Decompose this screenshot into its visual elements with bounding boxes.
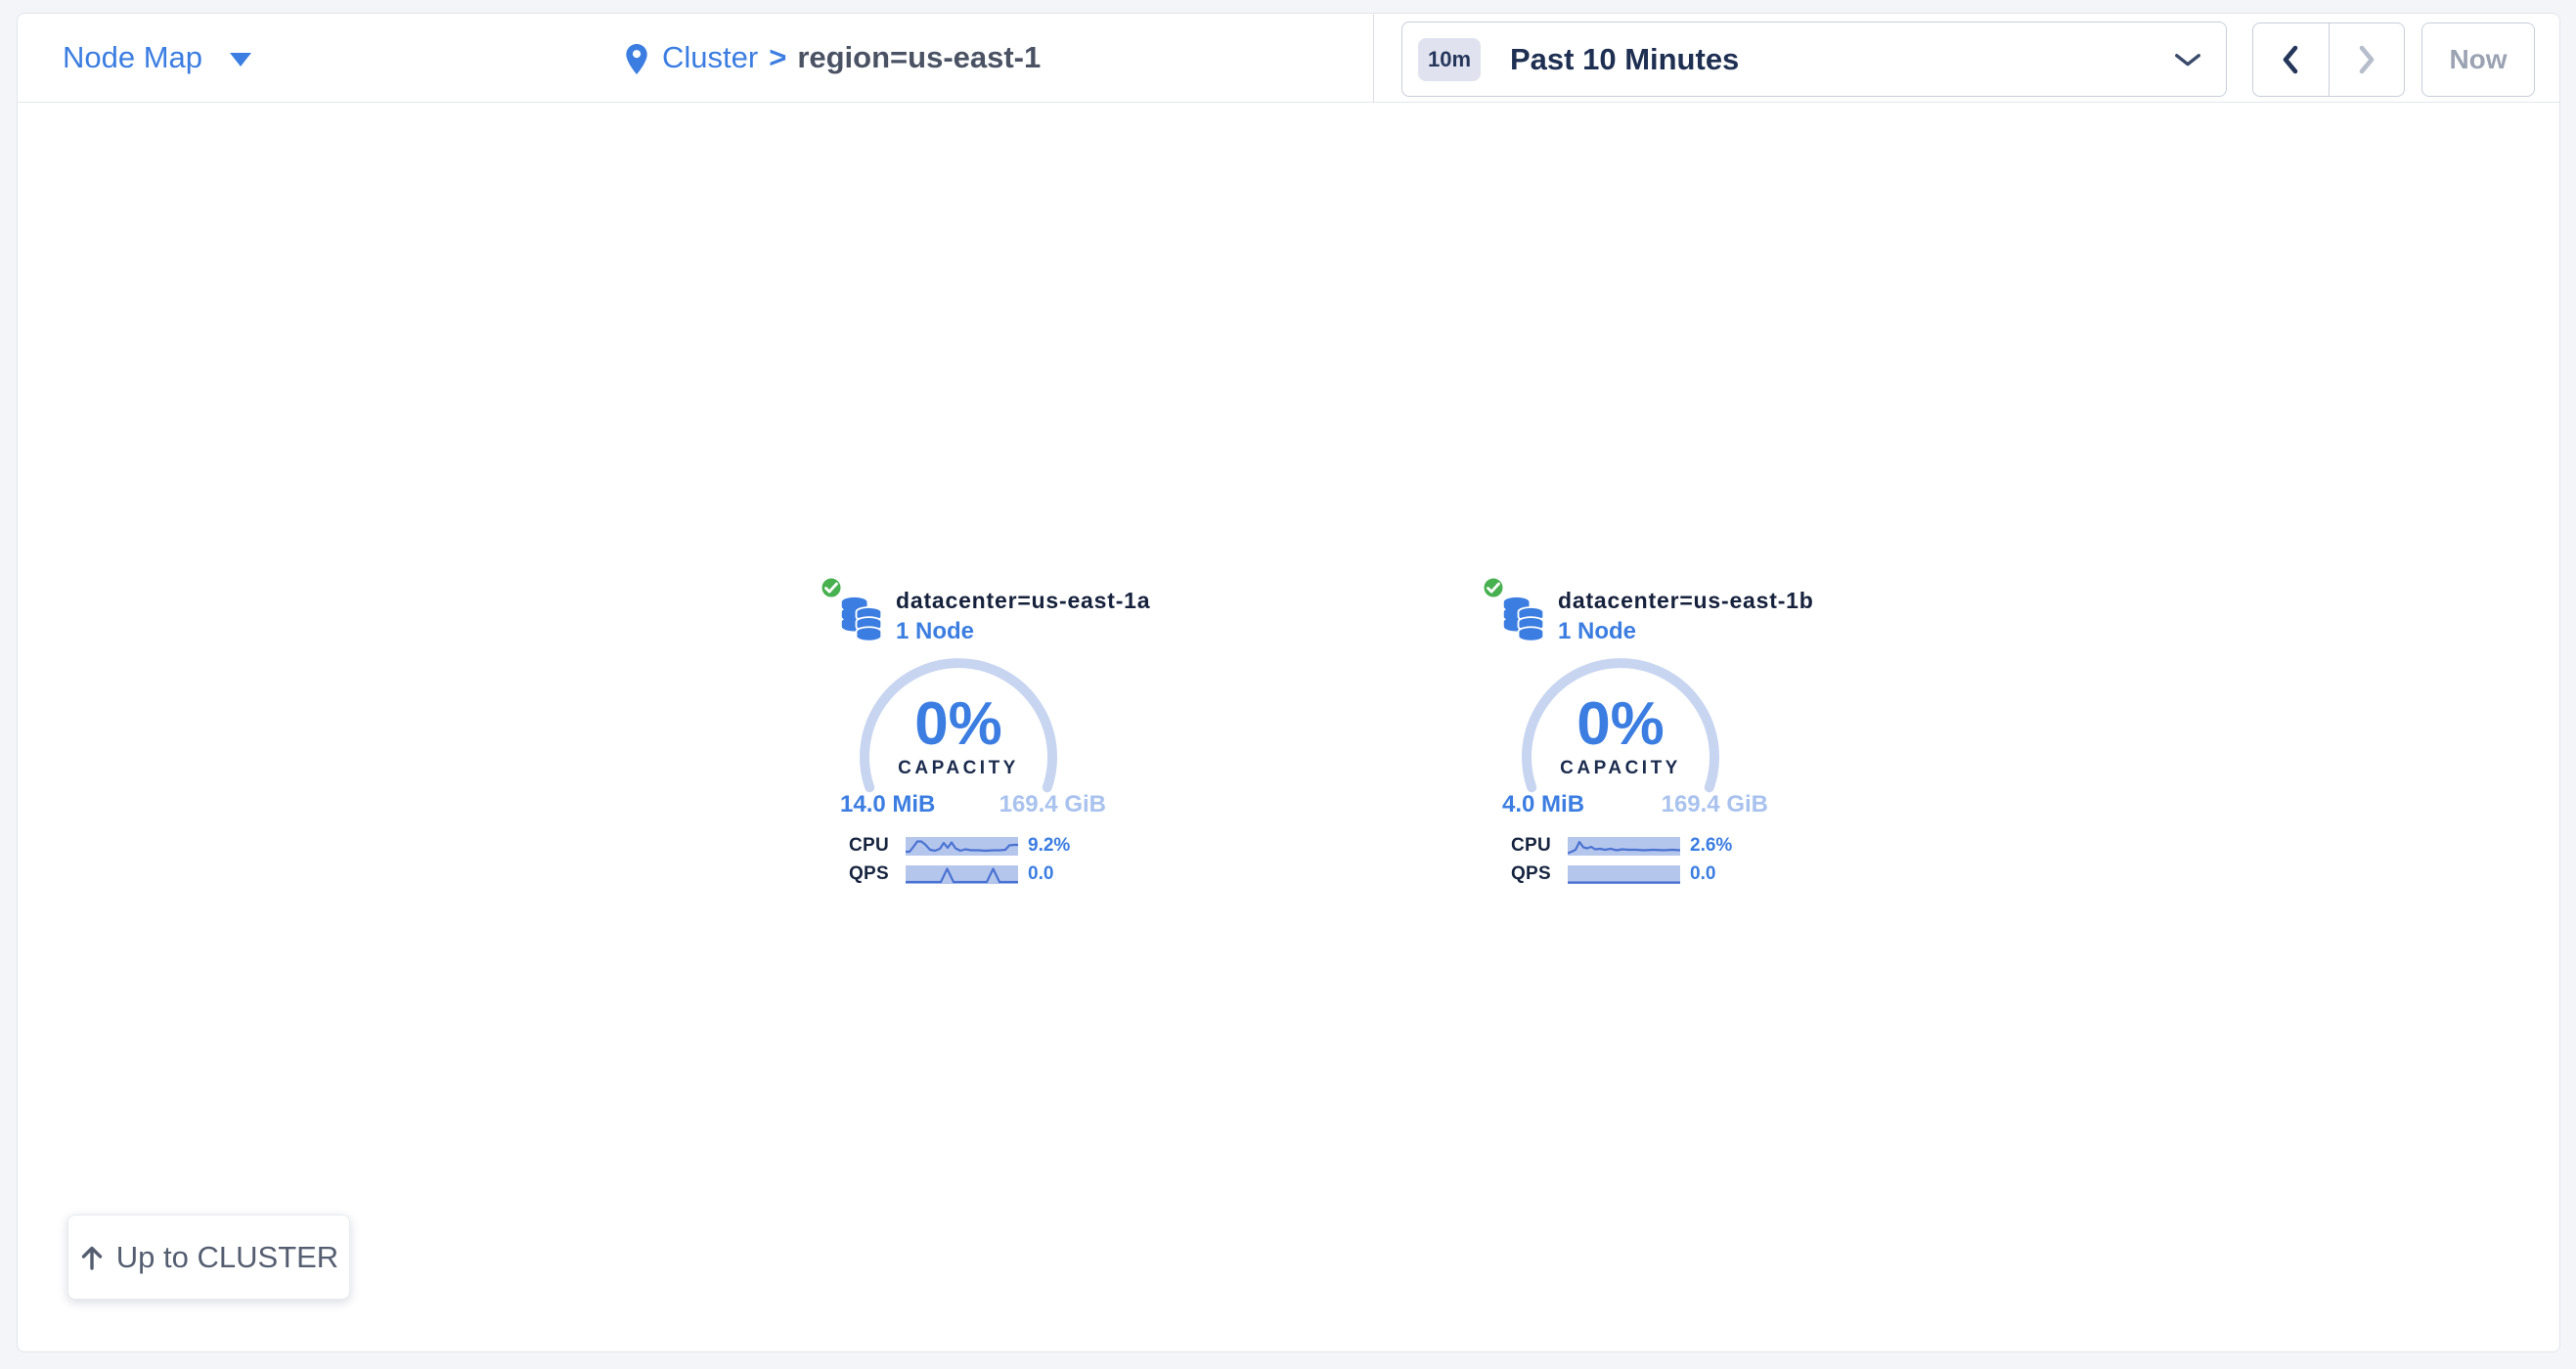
breadcrumb-separator: > [769,40,786,75]
chevron-down-icon [2173,53,2202,67]
breadcrumb-cluster-link[interactable]: Cluster [662,40,758,75]
metric-sparkline [906,865,1018,884]
time-nav-prev-button[interactable] [2253,23,2329,96]
location-pin-icon [625,43,648,75]
capacity-percent: 0% [1519,691,1722,758]
up-arrow-icon [79,1244,105,1271]
time-nav-next-button[interactable] [2329,23,2405,96]
metric-label: QPS [821,863,889,885]
capacity-label: CAPACITY [1519,757,1722,780]
capacity-values: 14.0 MiB 169.4 GiB [840,791,1106,818]
locality-name: datacenter=us-east-1b [1558,586,1814,616]
locality-node-count: 1 Node [1558,616,1814,646]
metric-label: CPU [1483,835,1551,857]
locality-name: datacenter=us-east-1a [896,586,1150,616]
view-mode-selector[interactable]: Node Map [63,14,251,102]
capacity-total: 169.4 GiB [999,791,1106,818]
database-icon [1501,596,1546,645]
locality-header: datacenter=us-east-1a 1 Node [896,586,1150,646]
time-window-label: Past 10 Minutes [1510,42,1739,77]
metric-row: CPU 2.6% [1483,836,1732,856]
now-button-label: Now [2449,44,2507,75]
locality-card[interactable]: datacenter=us-east-1a 1 Node 0% CAPACITY… [821,573,1114,888]
metric-sparkline [1568,837,1680,856]
capacity-label: CAPACITY [857,757,1060,780]
capacity-used: 14.0 MiB [840,791,935,818]
chevron-left-icon [2281,44,2300,75]
capacity-total: 169.4 GiB [1662,791,1768,818]
header-bar: Node Map Cluster > region=us-east-1 10m … [18,14,2559,103]
main-panel: Node Map Cluster > region=us-east-1 10m … [17,13,2560,1352]
metric-sparkline [906,837,1018,856]
up-to-cluster-label: Up to CLUSTER [116,1240,338,1275]
metric-row: QPS 0.0 [1483,864,1715,884]
status-check-icon [1480,574,1507,601]
time-nav-group [2252,22,2405,97]
metric-value: 0.0 [1690,863,1715,885]
time-window-badge: 10m [1418,38,1481,81]
capacity-gauge: 0% CAPACITY [1519,655,1722,859]
metric-label: CPU [821,835,889,857]
view-mode-label: Node Map [63,40,202,75]
metric-row: QPS 0.0 [821,864,1053,884]
now-button[interactable]: Now [2421,22,2535,97]
capacity-percent: 0% [857,691,1060,758]
metric-value: 9.2% [1028,835,1070,857]
metric-value: 0.0 [1028,863,1053,885]
time-window-selector[interactable]: 10m Past 10 Minutes [1401,22,2227,97]
locality-header: datacenter=us-east-1b 1 Node [1558,586,1814,646]
metric-row: CPU 9.2% [821,836,1070,856]
capacity-used: 4.0 MiB [1502,791,1584,818]
database-icon [839,596,884,645]
breadcrumb-current: region=us-east-1 [797,40,1041,75]
status-check-icon [818,574,845,601]
sparkline-band [1568,865,1680,884]
metric-label: QPS [1483,863,1551,885]
capacity-gauge: 0% CAPACITY [857,655,1060,859]
locality-node-count: 1 Node [896,616,1150,646]
header-divider [1373,14,1374,102]
breadcrumb: Cluster > region=us-east-1 [625,14,1041,102]
up-to-cluster-button[interactable]: Up to CLUSTER [67,1214,350,1300]
capacity-values: 4.0 MiB 169.4 GiB [1502,791,1768,818]
sparkline-band [1568,837,1680,856]
metric-value: 2.6% [1690,835,1732,857]
chevron-right-icon [2357,44,2376,75]
sparkline-band [906,837,1018,856]
metric-sparkline [1568,865,1680,884]
locality-card[interactable]: datacenter=us-east-1b 1 Node 0% CAPACITY… [1483,573,1776,888]
caret-down-icon [230,53,251,66]
